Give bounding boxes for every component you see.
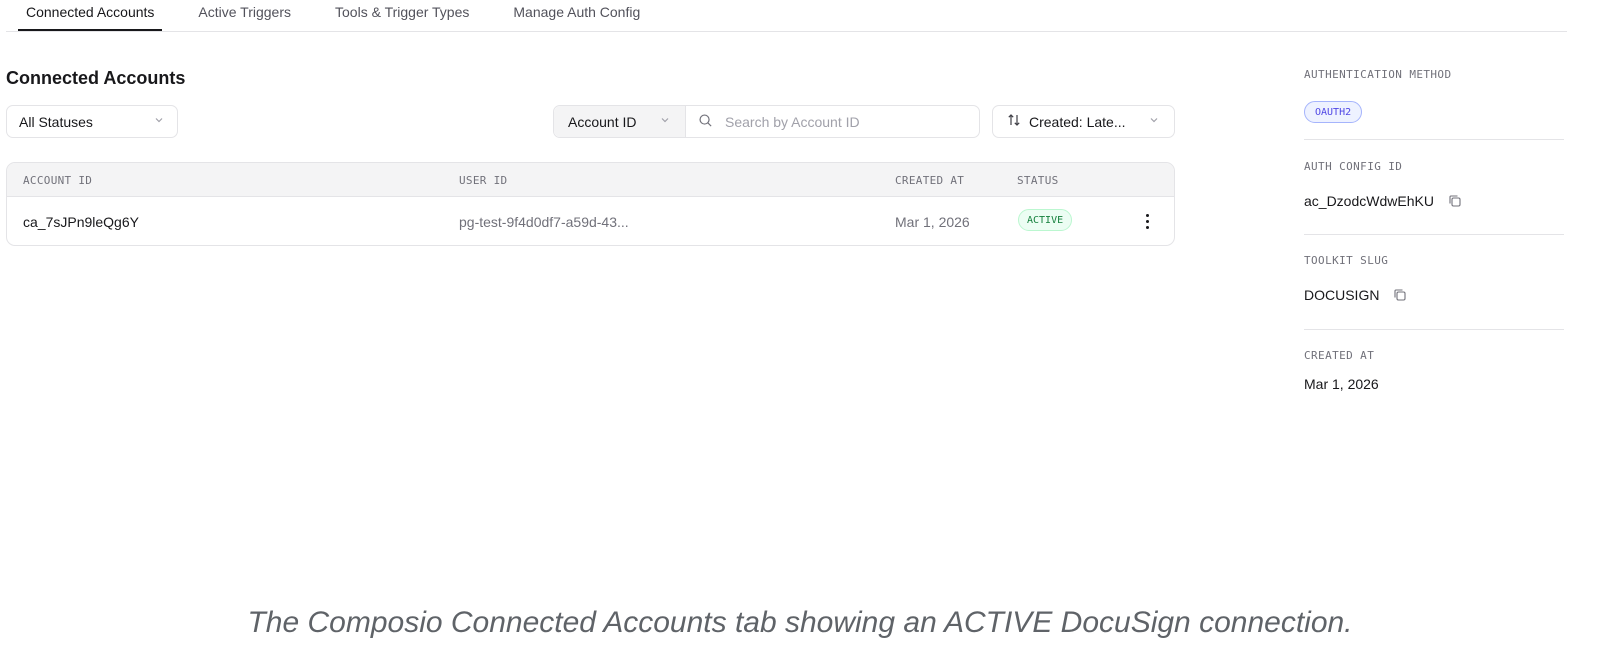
copy-icon[interactable] xyxy=(1393,288,1407,302)
search-type-select[interactable]: Account ID xyxy=(554,106,686,137)
column-header-created-at: CREATED AT xyxy=(895,174,965,187)
created-at-label: CREATED AT xyxy=(1304,349,1375,362)
tab-bar: Connected Accounts Active Triggers Tools… xyxy=(18,0,676,32)
table-header: ACCOUNT ID USER ID CREATED AT STATUS xyxy=(7,163,1174,197)
sort-icon xyxy=(1007,113,1021,130)
divider xyxy=(1304,329,1564,330)
page-title: Connected Accounts xyxy=(6,68,186,88)
toolkit-slug-row: DOCUSIGN xyxy=(1304,287,1407,303)
auth-method-badge: OAUTH2 xyxy=(1304,101,1363,123)
search-group: Account ID xyxy=(553,105,980,138)
tab-manage-auth-config[interactable]: Manage Auth Config xyxy=(505,0,648,31)
tabs-divider xyxy=(6,31,1567,32)
user-id-cell: pg-test-9f4d0df7-a59d-43... xyxy=(459,214,629,230)
created-at-value: Mar 1, 2026 xyxy=(1304,376,1379,392)
connected-accounts-table: ACCOUNT ID USER ID CREATED AT STATUS ca_… xyxy=(6,162,1175,246)
divider xyxy=(1304,234,1564,235)
table-row[interactable]: ca_7sJPn9leQg6Y pg-test-9f4d0df7-a59d-43… xyxy=(7,197,1174,245)
status-badge: ACTIVE xyxy=(1018,209,1073,231)
column-header-status: STATUS xyxy=(1017,174,1059,187)
search-input[interactable] xyxy=(723,112,967,131)
auth-method-label: AUTHENTICATION METHOD xyxy=(1304,68,1452,81)
tab-tools-trigger-types[interactable]: Tools & Trigger Types xyxy=(327,0,477,31)
tab-connected-accounts[interactable]: Connected Accounts xyxy=(18,0,163,31)
toolkit-slug-value: DOCUSIGN xyxy=(1304,287,1380,303)
status-filter-value: All Statuses xyxy=(19,113,93,130)
copy-icon[interactable] xyxy=(1448,194,1462,208)
toolkit-slug-label: TOOLKIT SLUG xyxy=(1304,254,1389,267)
created-at-cell: Mar 1, 2026 xyxy=(895,214,970,230)
divider xyxy=(1304,139,1564,140)
auth-config-id-value: ac_DzodcWdwEhKU xyxy=(1304,193,1434,209)
chevron-down-icon xyxy=(1148,114,1160,129)
auth-config-id-label: AUTH CONFIG ID xyxy=(1304,160,1403,173)
search-field xyxy=(686,112,979,131)
status-filter-select[interactable]: All Statuses xyxy=(6,105,178,138)
sort-select[interactable]: Created: Late... xyxy=(992,105,1175,138)
figure-caption: The Composio Connected Accounts tab show… xyxy=(247,606,1353,639)
created-at-row: Mar 1, 2026 xyxy=(1304,376,1379,392)
row-actions-menu-icon[interactable] xyxy=(1137,210,1157,232)
account-id-cell: ca_7sJPn9leQg6Y xyxy=(23,214,139,230)
column-header-user-id: USER ID xyxy=(459,174,508,187)
chevron-down-icon xyxy=(153,114,165,129)
auth-config-id-row: ac_DzodcWdwEhKU xyxy=(1304,193,1462,209)
sort-value: Created: Late... xyxy=(1029,113,1126,130)
column-header-account-id: ACCOUNT ID xyxy=(23,174,93,187)
search-type-value: Account ID xyxy=(568,113,637,130)
tab-active-triggers[interactable]: Active Triggers xyxy=(190,0,299,31)
search-icon xyxy=(698,113,713,131)
chevron-down-icon xyxy=(659,114,671,129)
